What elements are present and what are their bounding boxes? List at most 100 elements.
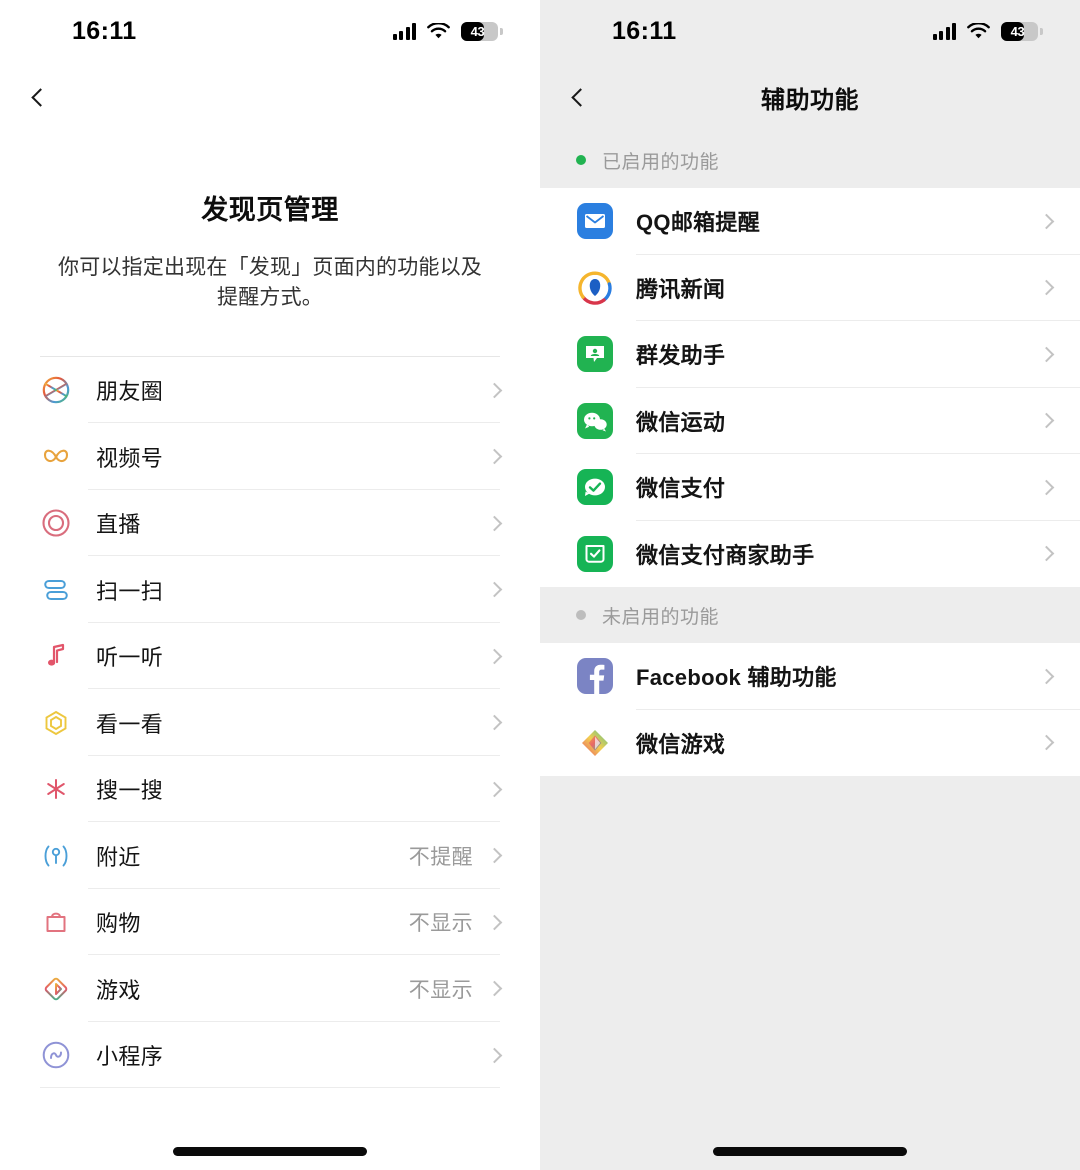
list-item-value: 不显示 [408, 912, 473, 936]
page-title: 发现页管理 [201, 195, 339, 225]
list-item-nearby[interactable]: 附近 不提醒 [0, 822, 540, 889]
list-item-wechat-sports[interactable]: 微信运动 [540, 388, 1080, 454]
list-item-mini-programs[interactable]: 小程序 [0, 1021, 540, 1089]
list-item-label: 附近 [96, 844, 141, 870]
home-indicator-right [713, 1147, 907, 1156]
list-item-top-stories[interactable]: 看一看 [0, 689, 540, 756]
status-bar-right: 16:11 43 [540, 0, 1080, 62]
back-button-right[interactable] [558, 75, 602, 119]
chevron-right-icon [486, 980, 503, 997]
search-icon [40, 773, 72, 805]
games-icon [40, 973, 72, 1005]
right-phone-screen: 16:11 43 辅助功能 已启用的功能 QQ邮箱提醒 腾讯新闻 群发助手 微信… [540, 0, 1080, 1170]
section-header-disabled: 未启用的功能 [540, 587, 1080, 643]
chevron-right-icon [486, 648, 503, 664]
chevron-right-icon [486, 847, 503, 864]
chevron-right-icon [486, 781, 503, 797]
page-header: 发现页管理 你可以指定出现在「发现」页面内的功能以及提醒方式。 [0, 132, 540, 314]
shopping-icon [40, 906, 72, 938]
chevron-right-icon [1038, 479, 1055, 496]
list-item-wechat-pay-merchant[interactable]: 微信支付商家助手 [540, 521, 1080, 588]
wechat-games-icon [576, 724, 614, 762]
list-item-label: 视频号 [96, 445, 164, 471]
list-item-label: 群发助手 [636, 343, 726, 369]
list-item-label: 搜一搜 [96, 778, 164, 804]
mini-programs-icon [40, 1039, 72, 1071]
list-item-label: 听一听 [96, 645, 164, 671]
nav-title: 辅助功能 [761, 86, 859, 114]
list-item-label: 腾讯新闻 [636, 276, 726, 302]
wechat-pay-icon [576, 468, 614, 506]
status-bar-time: 16:11 [612, 16, 677, 45]
dual-screenshot: 16:11 43 发现页管理 你可以指定出现在「发现」页面内的功能以及提醒方式。 [0, 0, 1080, 1170]
chevron-right-icon [1038, 346, 1055, 363]
list-item-wechat-pay[interactable]: 微信支付 [540, 454, 1080, 521]
list-item-wechat-games[interactable]: 微信游戏 [540, 710, 1080, 777]
cellular-signal-icon [932, 22, 956, 40]
left-phone-screen: 16:11 43 发现页管理 你可以指定出现在「发现」页面内的功能以及提醒方式。 [0, 0, 540, 1170]
list-item-search[interactable]: 搜一搜 [0, 755, 540, 823]
wifi-icon [427, 21, 450, 40]
list-item-label: 微信支付商家助手 [636, 542, 815, 568]
list-item-label: 微信游戏 [636, 731, 726, 757]
list-item-label: 微信运动 [636, 409, 726, 435]
chevron-right-icon [486, 914, 503, 930]
enabled-features-list: QQ邮箱提醒 腾讯新闻 群发助手 微信运动 微信支付 微信支付商家助手 [540, 188, 1080, 587]
chevron-right-icon [1038, 279, 1055, 296]
list-item-channels[interactable]: 视频号 [0, 423, 540, 490]
top-stories-icon [40, 707, 72, 739]
wechat-sports-icon [576, 402, 614, 440]
facebook-icon [576, 657, 614, 695]
list-item-listen[interactable]: 听一听 [0, 622, 540, 690]
list-item-value: 不显示 [408, 978, 473, 1002]
list-item-label: 微信支付 [636, 476, 726, 502]
back-chevron-icon [30, 87, 50, 107]
status-bar-icons: 43 [392, 21, 503, 41]
list-item-moments[interactable]: 朋友圈 [0, 356, 540, 424]
chevron-right-icon [1038, 213, 1055, 230]
list-item-label: QQ邮箱提醒 [636, 210, 761, 236]
status-bar-left: 16:11 43 [0, 0, 540, 62]
section-header-enabled: 已启用的功能 [540, 132, 1080, 188]
section-label: 未启用的功能 [602, 606, 720, 628]
chevron-right-icon [486, 515, 503, 531]
status-dot-disabled [576, 610, 586, 620]
list-item-shopping[interactable]: 购物 不显示 [0, 888, 540, 956]
section-label: 已启用的功能 [602, 151, 720, 173]
chevron-right-icon [1038, 545, 1055, 562]
live-icon [40, 507, 72, 539]
wifi-icon [967, 21, 990, 40]
list-item-label: 游戏 [96, 977, 141, 1003]
battery-icon: 43 [461, 21, 503, 41]
list-item-scan[interactable]: 扫一扫 [0, 556, 540, 623]
channels-icon [40, 441, 72, 473]
list-item-label: 直播 [96, 512, 141, 538]
discover-settings-list: 朋友圈 视频号 直播 扫一扫 听一听 看一看 搜一搜 附近 不提醒 购物 不显示… [0, 355, 540, 1089]
nav-bar-left [0, 62, 540, 132]
group-assistant-icon [576, 335, 614, 373]
list-item-label: 购物 [96, 911, 141, 937]
status-bar-icons: 43 [932, 21, 1043, 41]
qq-mail-icon [576, 202, 614, 240]
list-item-label: Facebook 辅助功能 [636, 665, 837, 691]
battery-icon: 43 [1001, 21, 1043, 41]
chevron-right-icon [1038, 412, 1055, 429]
status-bar-time: 16:11 [72, 16, 137, 45]
list-item-group-assistant[interactable]: 群发助手 [540, 321, 1080, 388]
list-item-tencent-news[interactable]: 腾讯新闻 [540, 255, 1080, 321]
cellular-signal-icon [392, 22, 416, 40]
nav-bar-right: 辅助功能 [540, 62, 1080, 132]
disabled-features-list: Facebook 辅助功能 微信游戏 [540, 643, 1080, 776]
status-dot-enabled [576, 155, 586, 165]
list-item-live[interactable]: 直播 [0, 489, 540, 557]
listen-icon [40, 640, 72, 672]
list-item-games[interactable]: 游戏 不显示 [0, 955, 540, 1022]
chevron-right-icon [486, 714, 503, 731]
list-item-facebook[interactable]: Facebook 辅助功能 [540, 643, 1080, 710]
back-button-left[interactable] [18, 75, 62, 119]
chevron-right-icon [1038, 734, 1055, 751]
list-item-label: 扫一扫 [96, 578, 164, 604]
list-item-qq-mail[interactable]: QQ邮箱提醒 [540, 188, 1080, 255]
page-description: 你可以指定出现在「发现」页面内的功能以及提醒方式。 [58, 256, 482, 310]
chevron-right-icon [486, 448, 503, 465]
